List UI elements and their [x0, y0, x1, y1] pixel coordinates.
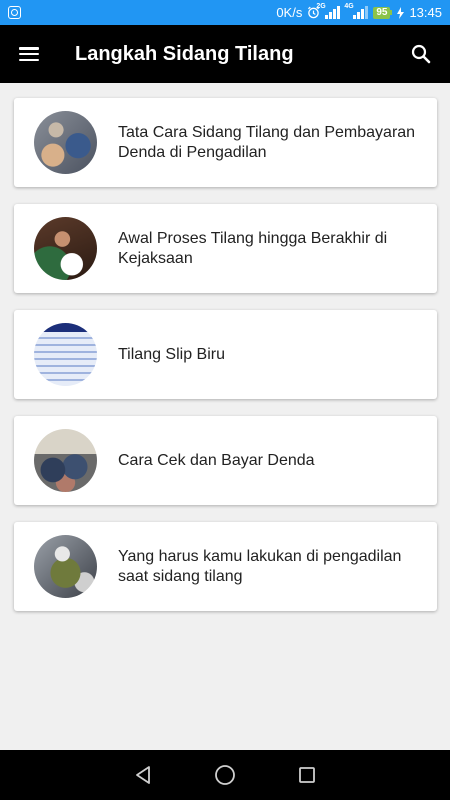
back-triangle-icon	[136, 766, 150, 784]
signal-2g-label: 2G	[316, 3, 326, 10]
list-item[interactable]: Awal Proses Tilang hingga Berakhir di Ke…	[14, 204, 437, 293]
back-button[interactable]	[131, 763, 155, 787]
charging-icon	[397, 6, 405, 19]
article-thumbnail	[34, 217, 97, 280]
search-button[interactable]	[392, 25, 450, 83]
article-thumbnail	[34, 323, 97, 386]
list-item[interactable]: Tata Cara Sidang Tilang dan Pembayaran D…	[14, 98, 437, 187]
status-bar: 0K/s 2G 4G 95 13:45	[0, 0, 450, 25]
notification-icon	[8, 6, 21, 19]
recents-square-icon	[299, 767, 315, 783]
list-item-title: Awal Proses Tilang hingga Berakhir di Ke…	[118, 229, 388, 267]
article-thumbnail	[34, 429, 97, 492]
list-item[interactable]: Tilang Slip Biru	[14, 310, 437, 399]
signal-2g-icon: 2G	[316, 3, 341, 19]
list-item[interactable]: Cara Cek dan Bayar Denda	[14, 416, 437, 505]
page-title: Langkah Sidang Tilang	[75, 42, 294, 65]
hamburger-menu-icon	[19, 47, 39, 61]
article-thumbnail	[34, 111, 97, 174]
network-speed: 0K/s	[276, 5, 303, 20]
system-nav-bar	[0, 750, 450, 800]
list-item-title: Yang harus kamu lakukan di pengadilan sa…	[118, 547, 402, 585]
clock: 13:45	[409, 5, 442, 20]
list-item-title: Cara Cek dan Bayar Denda	[118, 451, 315, 469]
list-item[interactable]: Yang harus kamu lakukan di pengadilan sa…	[14, 522, 437, 611]
article-list: Tata Cara Sidang Tilang dan Pembayaran D…	[14, 98, 437, 628]
list-item-title: Tata Cara Sidang Tilang dan Pembayaran D…	[118, 123, 416, 161]
signal-4g-label: 4G	[344, 3, 354, 10]
signal-4g-icon: 4G	[344, 3, 369, 19]
app-bar: Langkah Sidang Tilang	[0, 25, 450, 83]
article-thumbnail	[34, 535, 97, 598]
home-circle-icon	[215, 765, 235, 785]
recents-button[interactable]	[295, 763, 319, 787]
search-icon	[411, 44, 431, 64]
home-button[interactable]	[213, 763, 237, 787]
list-item-title: Tilang Slip Biru	[118, 345, 226, 363]
battery-icon: 95	[373, 6, 393, 19]
battery-level: 95	[373, 6, 391, 19]
menu-button[interactable]	[0, 25, 58, 83]
